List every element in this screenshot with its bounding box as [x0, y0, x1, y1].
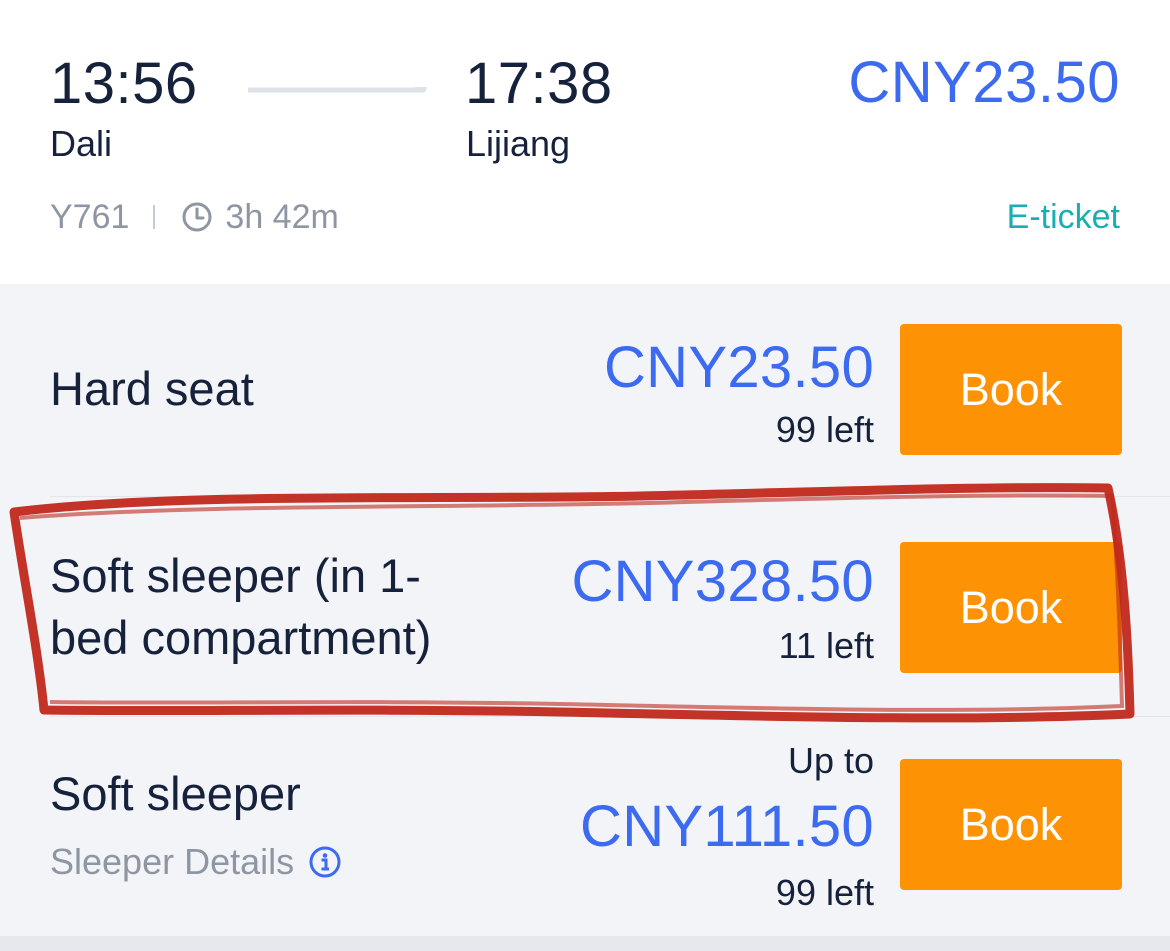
seats-remaining: 99 left: [775, 409, 874, 450]
arrow-right-icon: [248, 87, 428, 93]
train-number: Y761: [50, 198, 130, 236]
seat-class-name-line1: Soft sleeper (in 1-: [50, 549, 421, 602]
ticket-type-badge: E-ticket: [1006, 198, 1120, 236]
meta-divider: [153, 205, 156, 229]
clock-icon: [182, 202, 212, 232]
arrival-time: 17:38: [465, 51, 613, 116]
seat-class-name: Hard seat: [50, 362, 254, 415]
seat-class-name-line2: bed compartment): [50, 611, 432, 664]
arrival-station: Lijiang: [466, 123, 571, 164]
book-button[interactable]: Book: [900, 542, 1122, 673]
lowest-price: CNY23.50: [848, 50, 1120, 115]
departure-station: Dali: [50, 123, 113, 164]
bottom-edge: [0, 936, 1170, 951]
seats-remaining: 99 left: [775, 872, 874, 913]
seat-price: CNY23.50: [604, 335, 874, 400]
book-button[interactable]: Book: [900, 324, 1122, 455]
info-icon: [309, 846, 341, 878]
seat-price: CNY328.50: [571, 549, 874, 614]
seat-option-soft-sleeper-1-bed: Soft sleeper (in 1- bed compartment) CNY…: [0, 497, 1170, 715]
price-prefix: Up to: [787, 740, 874, 781]
sleeper-details-link[interactable]: Sleeper Details: [50, 844, 342, 880]
sleeper-details-label: Sleeper Details: [50, 841, 295, 882]
seat-option-hard-seat: Hard seat CNY23.50 99 left Book: [0, 284, 1170, 496]
seats-remaining: 11 left: [778, 625, 874, 666]
book-button[interactable]: Book: [900, 759, 1122, 890]
seat-option-soft-sleeper: Soft sleeper Sleeper Details Up to CNY11…: [0, 717, 1170, 936]
departure-time: 13:56: [50, 51, 198, 116]
trip-meta: Y761 3h 42m: [50, 200, 339, 234]
trip-summary-card: 13:56 Dali 17:38 Lijiang CNY23.50 Y761 3…: [0, 0, 1170, 284]
seat-class-name: Soft sleeper: [50, 767, 301, 820]
seat-price: CNY111.50: [580, 794, 874, 859]
trip-duration: 3h 42m: [225, 198, 339, 236]
train-detail-screen: 13:56 Dali 17:38 Lijiang CNY23.50 Y761 3…: [0, 0, 1170, 951]
